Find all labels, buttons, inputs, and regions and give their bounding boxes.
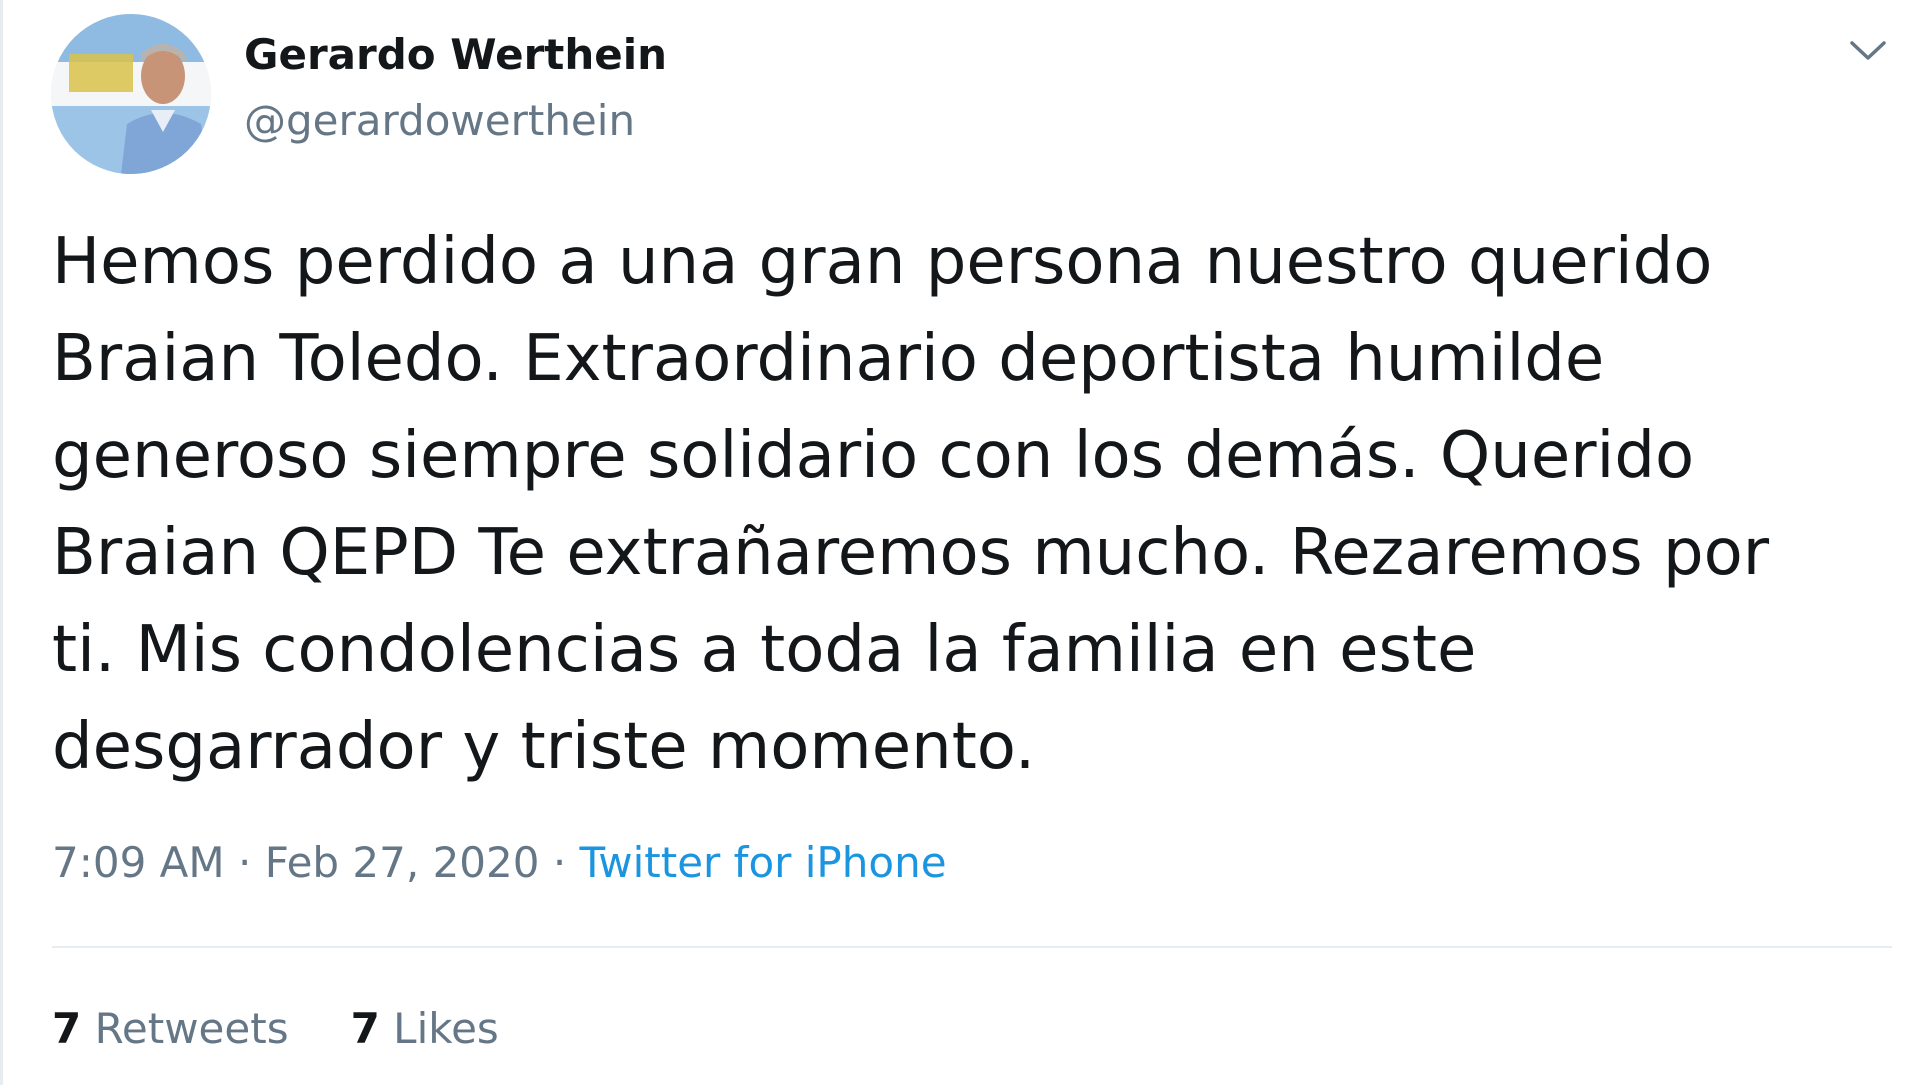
- tweet-source-link[interactable]: Twitter for iPhone: [580, 838, 947, 887]
- tweet-text-line: Braian QEPD Te extrañaremos mucho. Rezar…: [52, 516, 1770, 590]
- tweet-text-line: generoso siempre solidario con los demás…: [52, 419, 1695, 493]
- tweet-stats: 7 Retweets 7 Likes: [52, 1004, 499, 1053]
- meta-separator: ·: [552, 838, 567, 887]
- author-display-name[interactable]: Gerardo Werthein: [244, 30, 667, 79]
- tweet-text-line: desgarrador y triste momento.: [52, 710, 1036, 784]
- tweet-time[interactable]: 7:09 AM: [52, 838, 225, 887]
- divider: [52, 946, 1892, 948]
- likes-label: Likes: [393, 1004, 499, 1053]
- meta-separator: ·: [238, 838, 252, 887]
- likes-stat[interactable]: 7 Likes: [351, 1004, 499, 1053]
- tweet-menu-button[interactable]: [1846, 34, 1890, 66]
- retweets-stat[interactable]: 7 Retweets: [52, 1004, 289, 1053]
- profile-photo: [51, 14, 211, 174]
- tweet-date[interactable]: Feb 27, 2020: [265, 838, 540, 887]
- retweets-count: 7: [52, 1004, 82, 1053]
- tweet-meta: 7:09 AM · Feb 27, 2020 · Twitter for iPh…: [52, 838, 947, 887]
- tweet-text-line: Braian Toledo. Extraordinario deportista…: [52, 322, 1605, 396]
- retweets-label: Retweets: [94, 1004, 289, 1053]
- chevron-down-icon: [1850, 41, 1886, 60]
- tweet-text: Hemos perdido a una gran persona nuestro…: [52, 214, 1892, 796]
- tweet-text-line: ti. Mis condolencias a toda la familia e…: [52, 613, 1477, 687]
- avatar[interactable]: [51, 14, 211, 174]
- author-username[interactable]: @gerardowerthein: [244, 96, 635, 145]
- card-border: [0, 0, 3, 1085]
- tweet-text-line: Hemos perdido a una gran persona nuestro…: [52, 225, 1713, 299]
- likes-count: 7: [350, 1004, 380, 1053]
